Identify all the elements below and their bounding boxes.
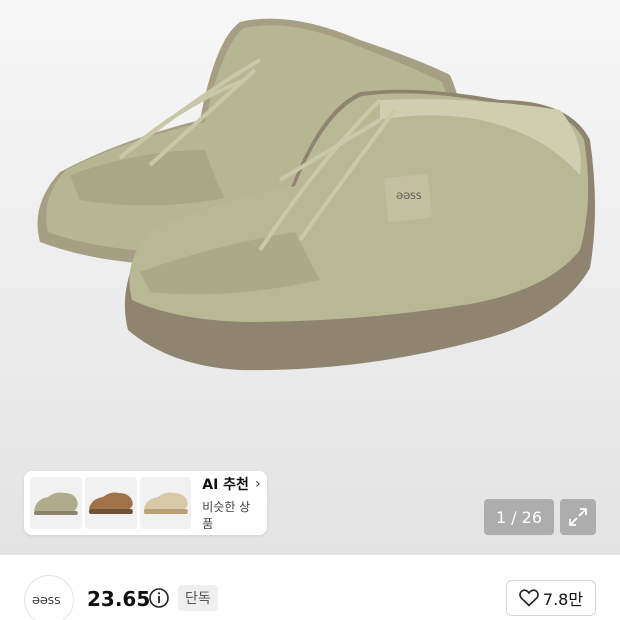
ai-recommend-title-text: AI 추천 bbox=[202, 477, 249, 493]
product-size: 23.65 bbox=[87, 587, 151, 611]
ai-recommend-title[interactable]: AI 추천 › bbox=[202, 474, 261, 494]
like-button[interactable]: 7.8만 bbox=[506, 580, 596, 616]
ai-thumbnail-brown-shoe[interactable] bbox=[84, 477, 137, 529]
like-count: 7.8만 bbox=[542, 590, 584, 609]
brand-logo[interactable]: ƏƏSS bbox=[24, 575, 74, 620]
product-image-area[interactable]: ƏƏSS AI 추천 › 비슷한 상품 1 / 26 bbox=[0, 0, 620, 555]
ai-thumbnail-beige-shoe[interactable] bbox=[139, 477, 192, 529]
image-counter: 1 / 26 bbox=[484, 499, 554, 535]
heart-icon bbox=[519, 589, 539, 607]
ai-recommend-card[interactable]: AI 추천 › 비슷한 상품 bbox=[24, 471, 267, 535]
product-info-bar: ƏƏSS 23.65 단독 7.8만 bbox=[0, 555, 620, 620]
brand-logo-mark: ƏƏSS bbox=[32, 596, 60, 607]
expand-icon bbox=[569, 508, 587, 526]
ai-recommend-subtitle: 비슷한 상품 bbox=[202, 500, 251, 531]
expand-image-button[interactable] bbox=[560, 499, 596, 535]
info-icon[interactable] bbox=[148, 587, 170, 609]
exclusive-badge: 단독 bbox=[178, 585, 218, 611]
svg-text:ƏƏSS: ƏƏSS bbox=[32, 596, 60, 607]
chevron-right-icon: › bbox=[254, 476, 261, 492]
svg-text:ƏƏSS: ƏƏSS bbox=[396, 192, 422, 202]
ai-thumbnail-khaki-shoe[interactable] bbox=[30, 477, 82, 529]
